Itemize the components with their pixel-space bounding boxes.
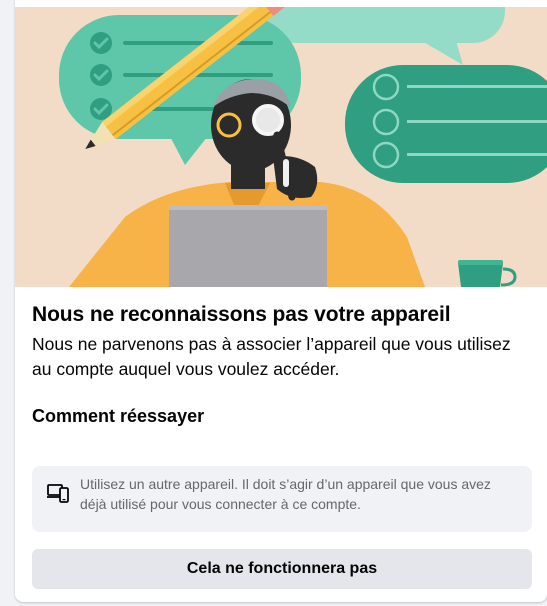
page: Nous ne reconnaissons pas votre appareil… (0, 0, 547, 606)
retry-heading: Comment réessayer (32, 406, 205, 426)
tip-text: Utilisez un autre appareil. Il doit s’ag… (80, 476, 491, 512)
tip-box: Utilisez un autre appareil. Il doit s’ag… (32, 466, 532, 532)
wont-work-button[interactable]: Cela ne fonctionnera pas (32, 549, 532, 589)
illustration-svg (15, 7, 547, 287)
laptop-icon (169, 205, 327, 287)
dialog-title: Nous ne reconnaissons pas votre appareil (32, 303, 451, 326)
list-bubble-icon (345, 65, 547, 183)
dialog-description: Nous ne parvenons pas à associer l’appar… (32, 334, 511, 379)
illustration (15, 7, 547, 287)
devices-icon (47, 483, 69, 503)
dialog-card: Nous ne reconnaissons pas votre appareil… (15, 0, 547, 602)
dialog-content: Nous ne reconnaissons pas votre appareil… (32, 301, 532, 382)
